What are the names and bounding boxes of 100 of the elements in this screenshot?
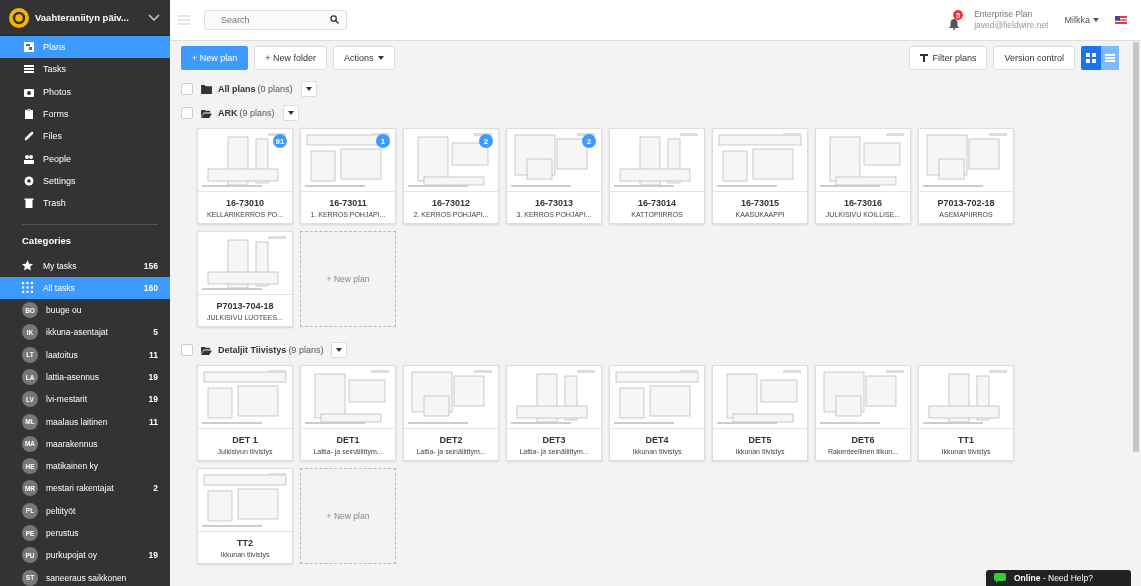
- people-icon: [24, 153, 34, 164]
- chat-status: Online - Need Help?: [1014, 573, 1093, 583]
- plan-number: DET5: [748, 435, 772, 445]
- task-count: 19: [148, 372, 158, 382]
- category-label: matikainen ky: [46, 461, 99, 472]
- menu-icon[interactable]: [178, 15, 190, 25]
- task-count: 156: [143, 260, 158, 271]
- task-count: 160: [143, 282, 158, 293]
- folder-name: Detaljit Tiivistys: [218, 345, 287, 355]
- clipboard-icon: [24, 109, 34, 120]
- search-icon: [330, 15, 339, 24]
- folder-menu-button[interactable]: [282, 105, 299, 121]
- category-label: mestari rakentajat: [46, 483, 115, 494]
- category-label: saneeraus saikkonen: [46, 572, 128, 583]
- list-view-button[interactable]: [1101, 46, 1119, 70]
- filter-icon: [920, 54, 929, 62]
- category-label: ikkuna-asentajat: [46, 327, 109, 338]
- grid-view-button[interactable]: [1081, 46, 1101, 70]
- scrollbar[interactable]: [1133, 42, 1139, 452]
- category-label: laatoitus: [46, 349, 79, 360]
- task-count: 19: [148, 394, 158, 405]
- plan-count: (0 plans): [257, 84, 293, 94]
- actions-button[interactable]: Actions: [333, 46, 395, 70]
- category-label: maalaus laitinen: [46, 416, 109, 427]
- plan-number: P7013-704-18: [216, 301, 274, 311]
- category-label: lvi-mestarit: [46, 394, 89, 405]
- nav-item[interactable]: Tasks: [0, 58, 170, 81]
- category-label: lattia-asennus: [46, 372, 100, 382]
- checkbox[interactable]: [181, 107, 193, 119]
- category-label: My tasks: [43, 260, 78, 271]
- plan-number: DET4: [645, 435, 669, 445]
- task-count: 11: [149, 416, 158, 427]
- paperclip-icon: [24, 131, 34, 142]
- plan-number: P7013-702-18: [937, 198, 995, 208]
- plan-number: 16-73016: [843, 198, 882, 208]
- checkbox[interactable]: [181, 83, 193, 95]
- caret-icon: [336, 348, 343, 352]
- category-label: maarakennus: [46, 438, 99, 449]
- folder-name: ARK: [218, 108, 238, 118]
- caret-icon: [1093, 18, 1099, 22]
- plan-number: 16-73013: [534, 198, 573, 208]
- plan-number: 16-73015: [740, 198, 779, 208]
- plan-count: (9 plans): [288, 345, 324, 355]
- gear-icon: [24, 175, 34, 186]
- nav-item[interactable]: Trash: [0, 192, 170, 215]
- flag-icon[interactable]: [1115, 16, 1127, 24]
- plan-number: TT1: [958, 435, 974, 445]
- nav-item[interactable]: Forms: [0, 102, 170, 126]
- nav-item[interactable]: Settings: [0, 169, 170, 193]
- star-icon: [22, 260, 33, 271]
- nav-item[interactable]: Files: [0, 125, 170, 148]
- caret-icon: [377, 56, 384, 60]
- category-label: buuge ou: [46, 305, 83, 316]
- plans-icon: [24, 42, 34, 53]
- caret-icon: [305, 87, 312, 91]
- chevron-icon: [148, 13, 160, 22]
- plan-number: DET3: [542, 435, 566, 445]
- checkbox[interactable]: [181, 344, 193, 356]
- category-label: purkupojat oy: [46, 550, 99, 561]
- grid-icon: [22, 282, 33, 294]
- chat-bubble-icon: [994, 573, 1006, 583]
- list-icon: [1105, 53, 1115, 63]
- task-count: 11: [149, 349, 158, 360]
- plan-number: 16-73012: [431, 198, 470, 208]
- folder-menu-button[interactable]: [331, 342, 348, 358]
- caret-icon: [287, 111, 294, 115]
- grid-icon: [1086, 53, 1096, 63]
- category-label: perustus: [46, 528, 80, 539]
- plan-number: 16-73011: [329, 198, 367, 208]
- nav-item[interactable]: People: [0, 147, 170, 170]
- nav-item[interactable]: Photos: [0, 80, 170, 103]
- trash-icon: [24, 198, 34, 209]
- plan-count: (9 plans): [239, 108, 275, 118]
- section-heading: Categories: [21, 234, 73, 249]
- version-control-button[interactable]: Version control: [993, 46, 1075, 70]
- plan-number: DET1: [336, 435, 360, 445]
- camera-icon: [24, 86, 34, 97]
- list-icon: [24, 64, 34, 75]
- logo-icon: [9, 7, 29, 28]
- user-menu[interactable]: Milkka: [1064, 15, 1099, 25]
- task-count: 19: [148, 550, 158, 561]
- plan-number: 16-73010: [225, 198, 264, 208]
- bell-icon: [948, 18, 961, 30]
- plan-number: DET 1: [232, 435, 258, 445]
- task-count: 5: [153, 327, 158, 338]
- category-item[interactable]: My tasks 156: [0, 254, 170, 277]
- chat-widget[interactable]: Online - Need Help?: [986, 570, 1131, 586]
- task-count: 2: [153, 483, 158, 494]
- folder-menu-button[interactable]: [300, 81, 317, 97]
- plan-number: DET6: [851, 435, 875, 445]
- plan-name: Enterprise Plan: [974, 9, 1034, 20]
- plan-number: 16-73014: [637, 198, 676, 208]
- category-label: All tasks: [43, 282, 76, 293]
- new-folder-button[interactable]: + New folder: [254, 46, 328, 70]
- plan-number: DET2: [439, 435, 463, 445]
- account-email: javed@fieldwire.net: [974, 20, 1049, 31]
- search-field[interactable]: Search: [204, 10, 347, 30]
- plan-number: TT2: [237, 538, 253, 548]
- filter-plans-button[interactable]: Filter plans: [909, 46, 988, 70]
- folder-name: All plans: [218, 84, 256, 94]
